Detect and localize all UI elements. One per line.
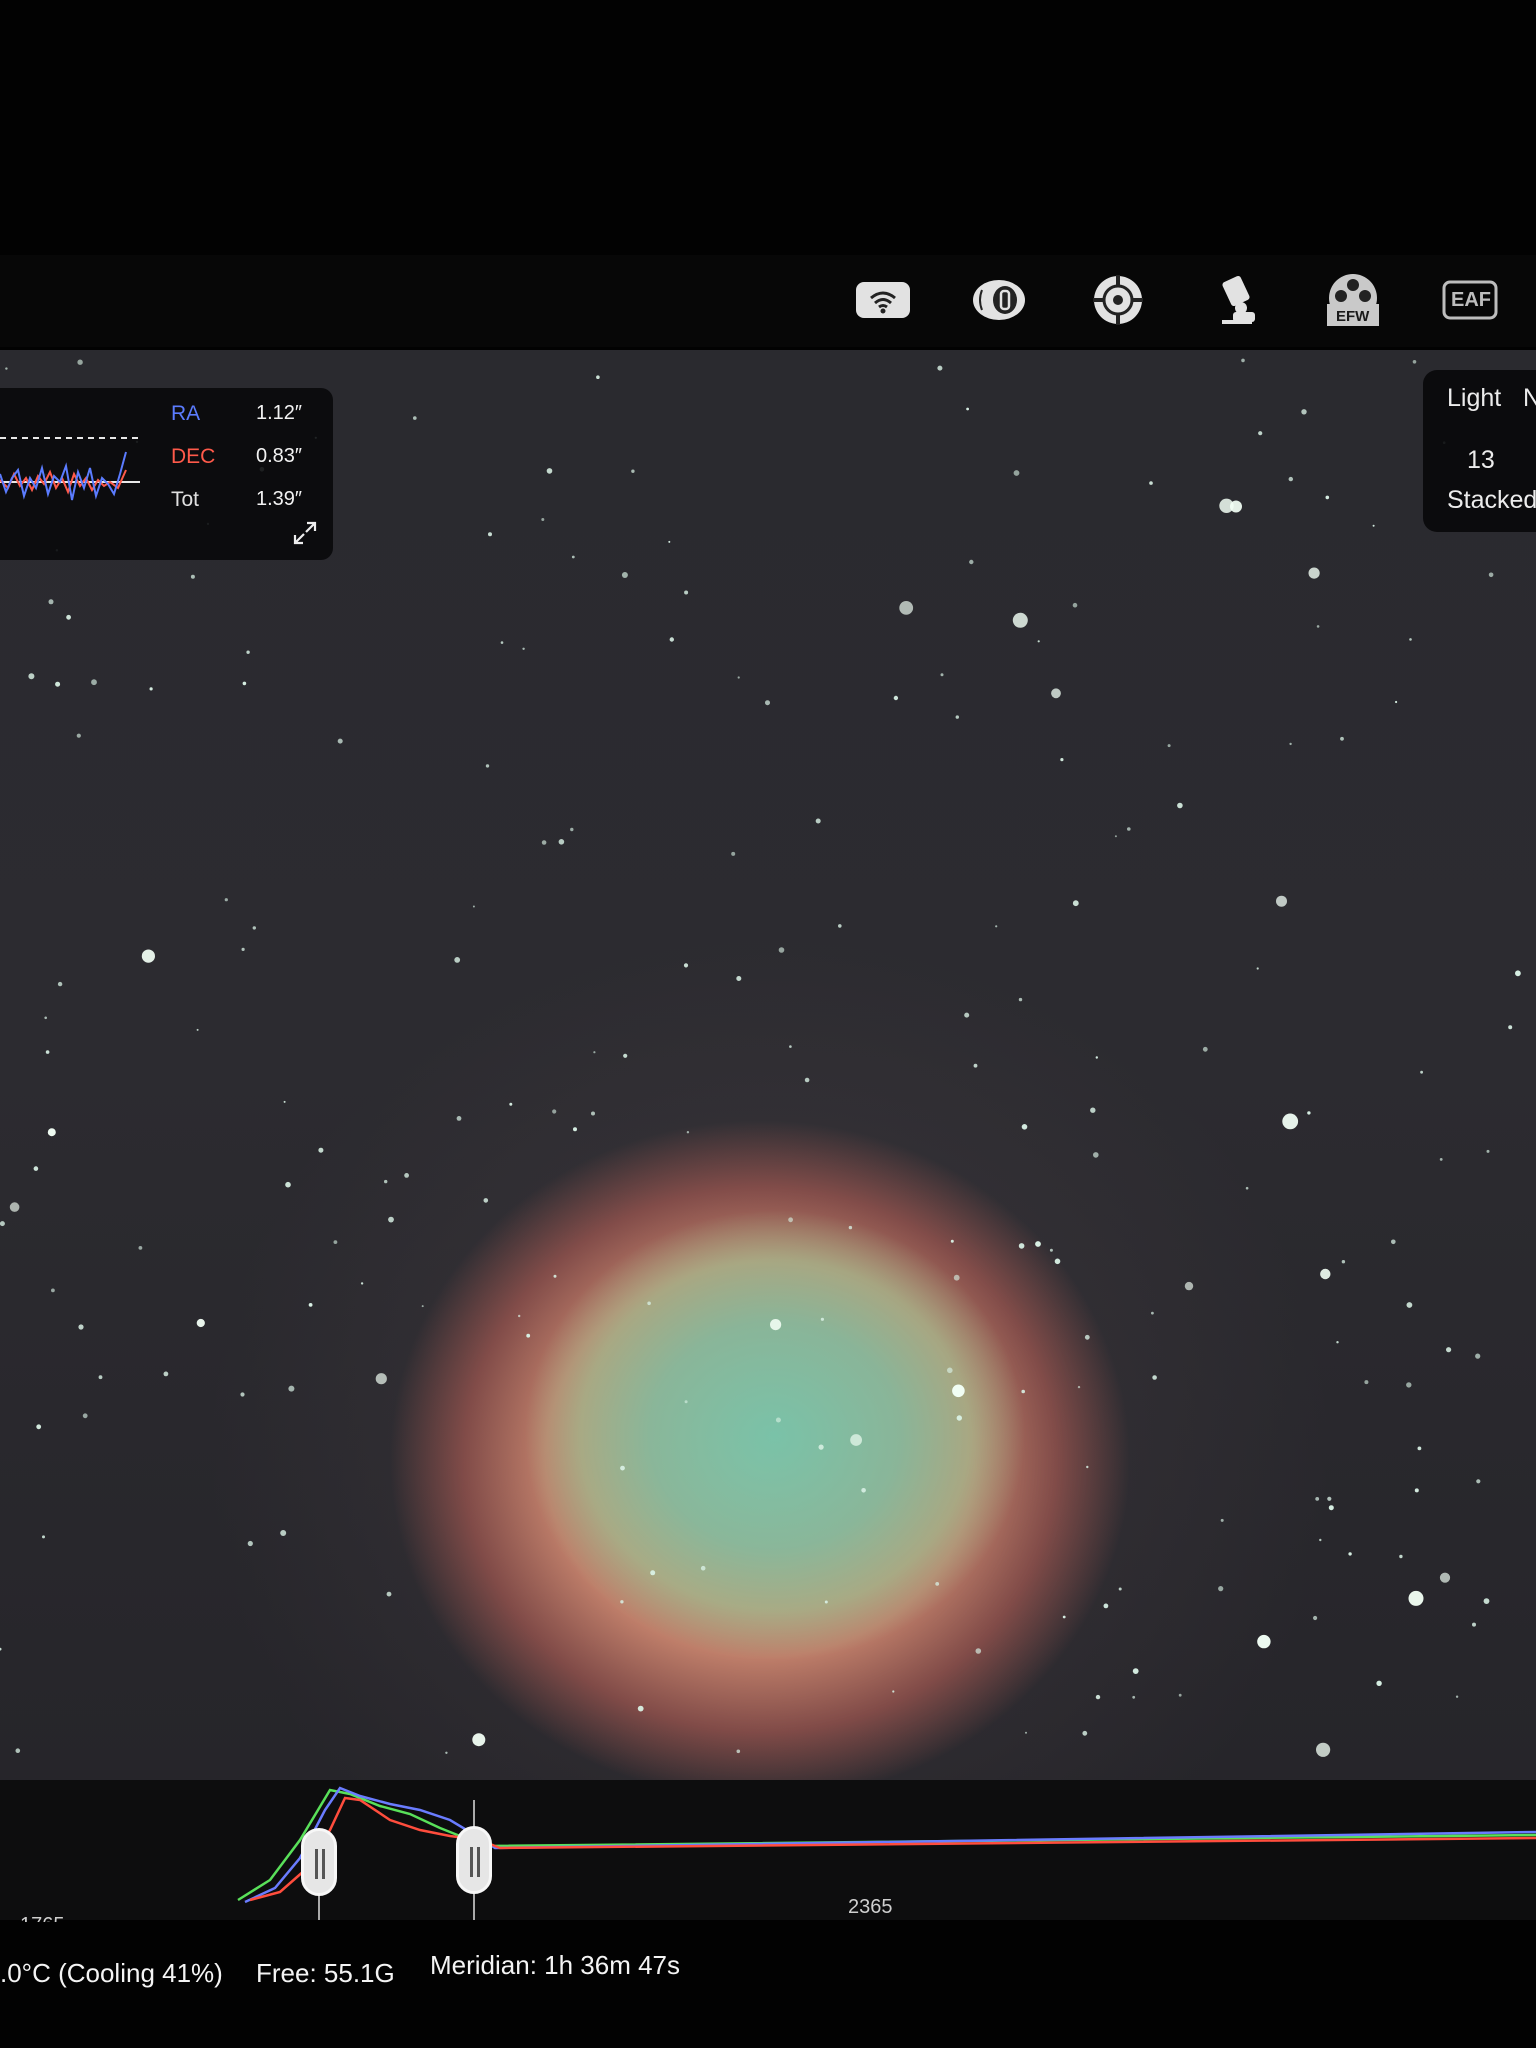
dec-label: DEC [171, 445, 216, 468]
histogram-chart [237, 1786, 1536, 1920]
frame-type: Light [1447, 384, 1502, 412]
free-space-status: Free: 55.1G [256, 1958, 395, 1988]
focus-target-icon[interactable] [1089, 272, 1147, 328]
stacked-label: Stacked [1447, 486, 1536, 514]
guiding-panel[interactable]: RA 1.12″ DEC 0.83″ Tot 1.39″ [0, 388, 333, 560]
eaf-label: EAF [1451, 289, 1491, 311]
black-point-handle[interactable] [301, 1828, 337, 1896]
focuser-icon[interactable]: EAF [1441, 272, 1499, 328]
stacked-count: 13 [1467, 446, 1495, 474]
tot-value: 1.39″ [256, 488, 303, 510]
capture-panel[interactable]: Light N 13 Stacked [1423, 370, 1536, 532]
meridian-status: Meridian: 1h 36m 47s [430, 1950, 681, 1980]
expand-icon[interactable] [292, 520, 318, 546]
storage-icon[interactable] [970, 272, 1028, 328]
histogram-red [249, 1796, 1536, 1902]
filter-wheel-icon[interactable]: EFW [1324, 272, 1382, 328]
wifi-icon[interactable] [854, 272, 912, 328]
ra-label: RA [171, 402, 201, 425]
telescope-mount-icon[interactable] [1208, 272, 1266, 328]
ra-guide-line [0, 451, 127, 501]
dec-value: 0.83″ [256, 445, 303, 467]
cooling-status: .0°C (Cooling 41%) [0, 1958, 223, 1988]
status-bar [0, 1922, 1536, 2048]
capture-extra-label: N [1523, 384, 1536, 412]
tot-label: Tot [171, 488, 200, 511]
efw-label: EFW [1336, 308, 1370, 325]
white-point-handle[interactable] [456, 1826, 492, 1894]
guide-graph [0, 437, 140, 501]
image-preview[interactable] [0, 350, 1536, 1780]
top-toolbar [0, 255, 1536, 347]
ra-value: 1.12″ [256, 402, 303, 424]
histogram-right-value: 2365 [848, 1896, 893, 1918]
